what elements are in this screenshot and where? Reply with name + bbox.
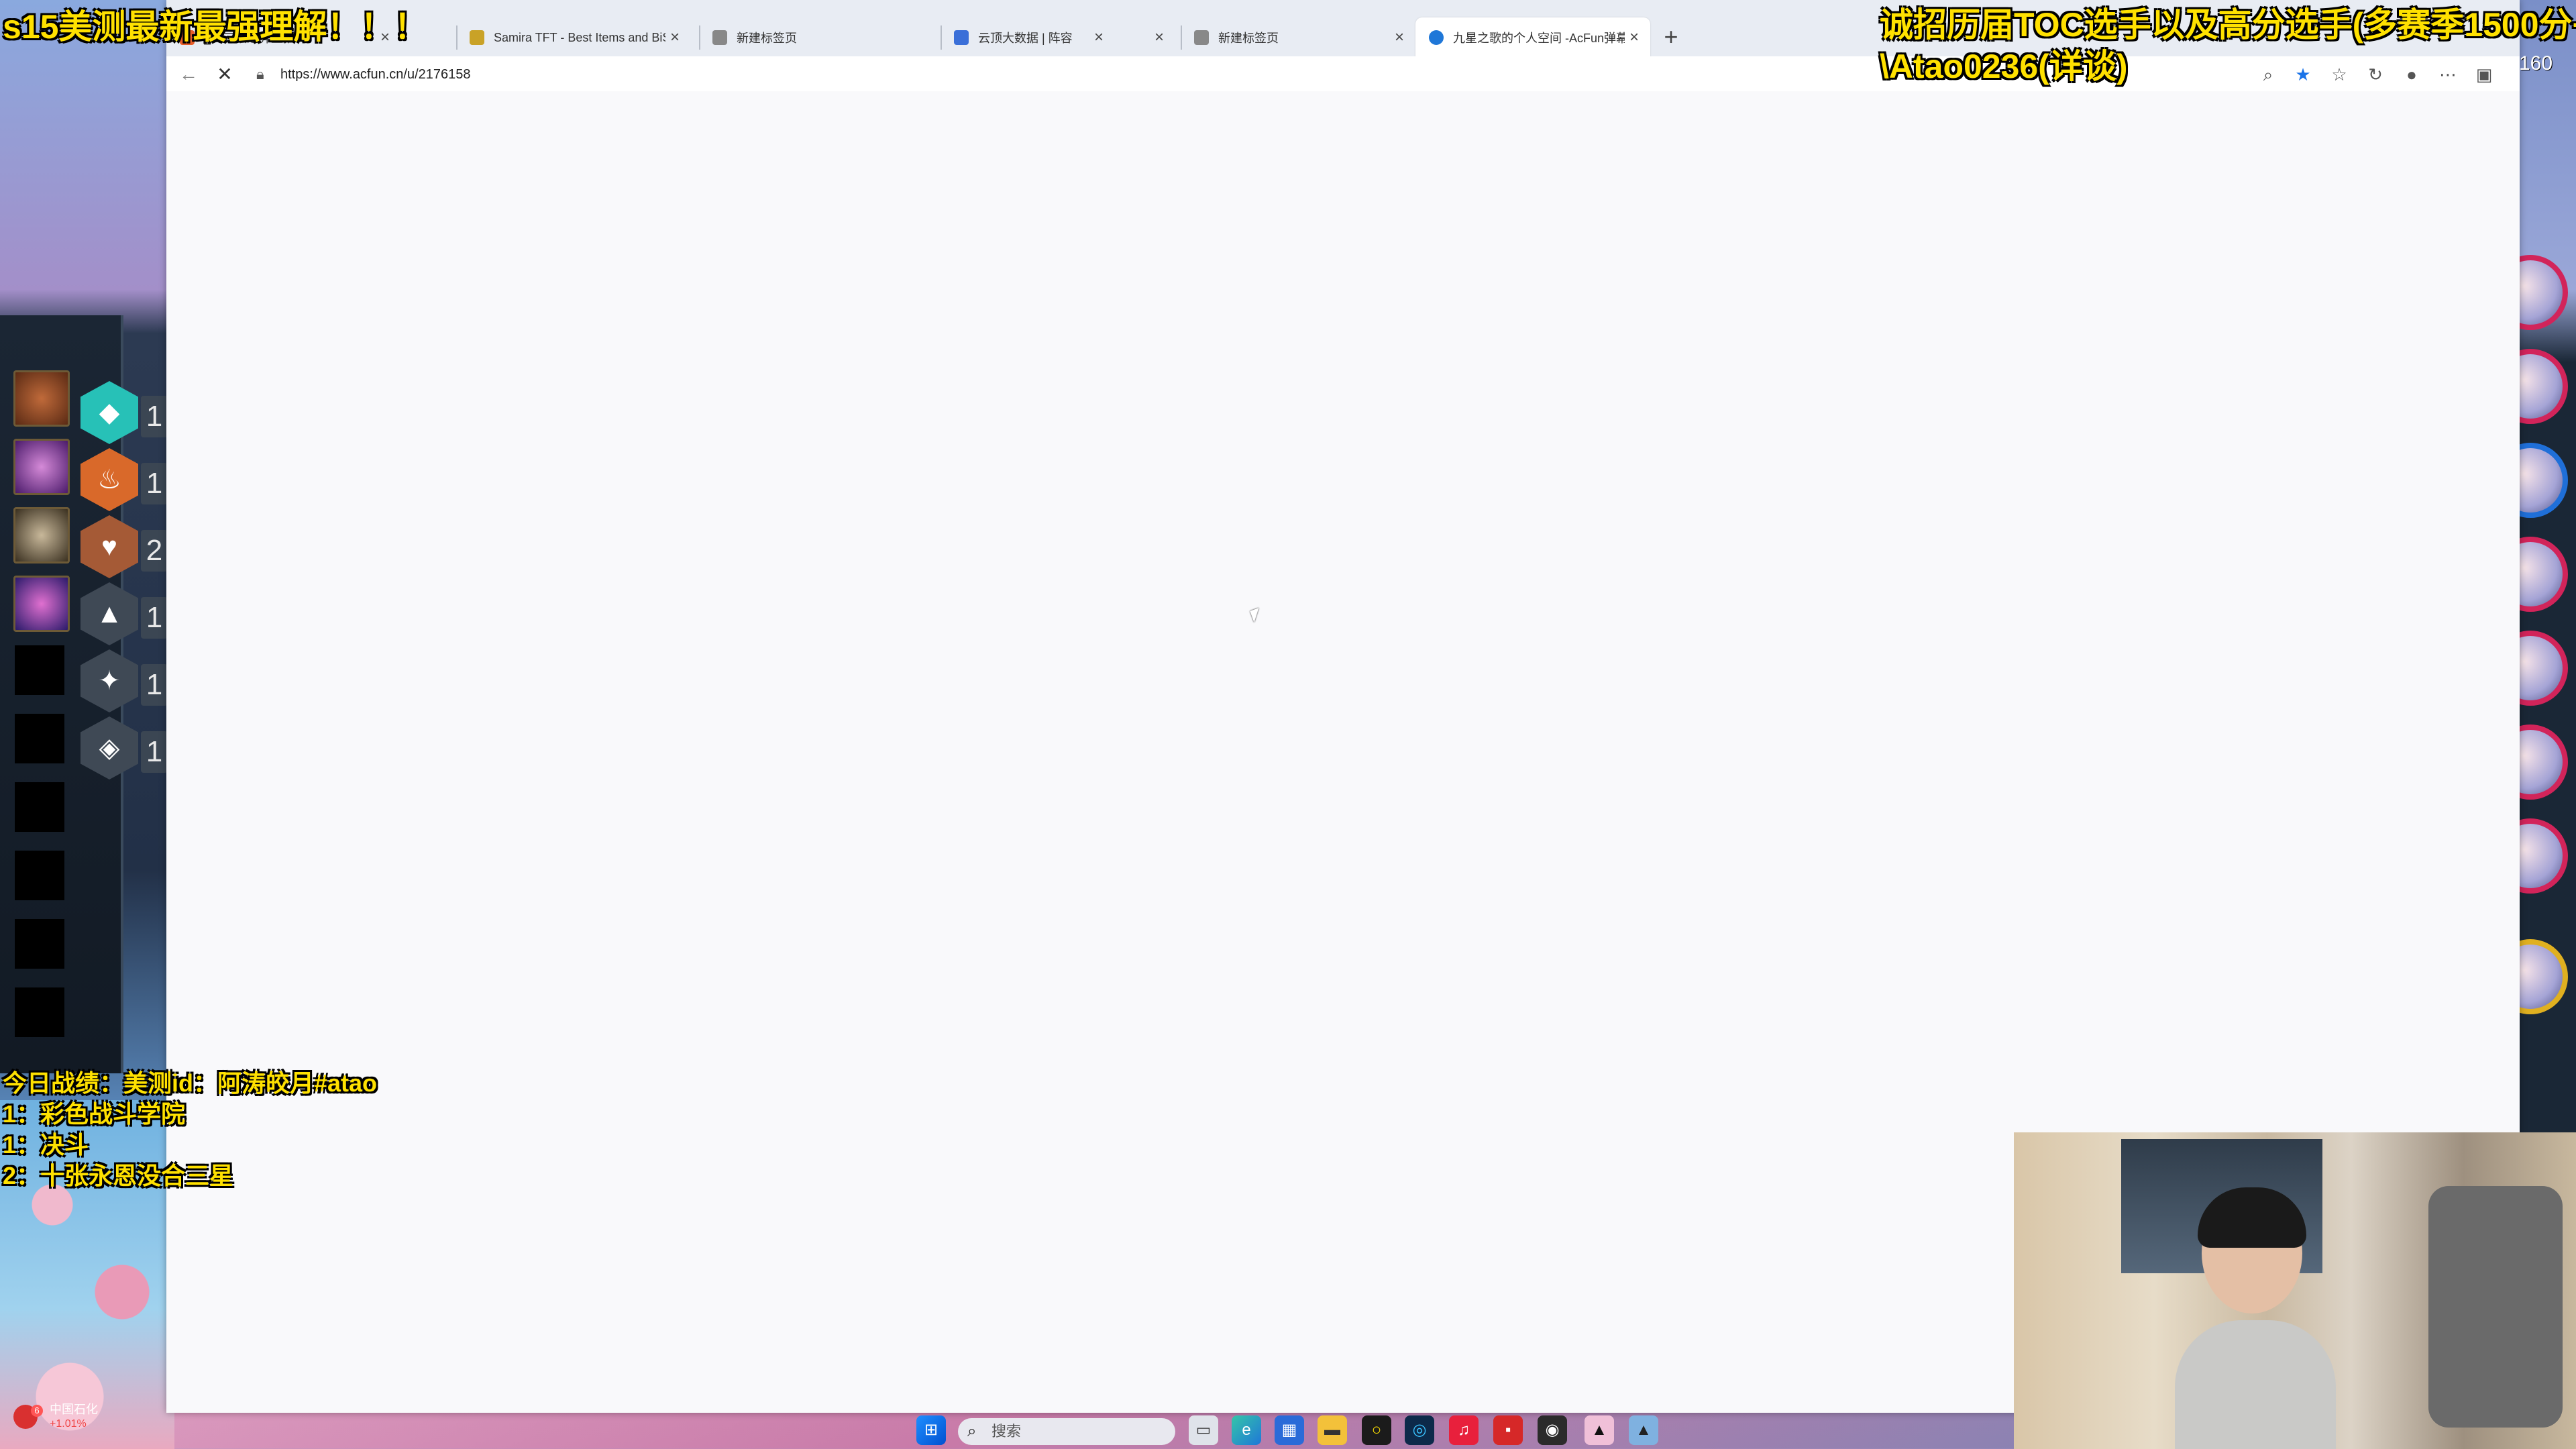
close-icon[interactable]: × — [665, 28, 684, 47]
loading-spinner-icon — [1429, 30, 1444, 45]
stop-loading-icon[interactable]: ✕ — [209, 59, 240, 90]
taskbar-search[interactable]: ⌕ 搜索 — [958, 1418, 1175, 1445]
augment-icon-3[interactable] — [13, 507, 70, 564]
back-icon[interactable]: ← — [173, 59, 204, 90]
trait-count-4: 1 — [141, 597, 168, 639]
augment-slot-empty — [15, 987, 64, 1037]
store-icon[interactable]: ▦ — [1275, 1415, 1304, 1445]
recruit-line-1: 诚招历届TOC选手以及高分选手(多赛季1500分+) — [1880, 6, 2576, 44]
app-icon-circle[interactable]: ○ — [1362, 1415, 1391, 1445]
record-line-4: 2：十张永恩没合三星 — [3, 1162, 234, 1189]
record-line-2: 1：彩色战斗学院 — [3, 1100, 186, 1128]
webcam-feed — [2014, 1132, 2576, 1449]
webcam-streamer — [2175, 1187, 2336, 1449]
tab-active[interactable]: 九星之歌的个人空间 -AcFun弹幕视 × — [1415, 17, 1650, 58]
windows-start-icon[interactable]: ⊞ — [916, 1415, 946, 1445]
daily-record-overlay: 今日战绩：美测id：阿涛皎月#atao 1：彩色战斗学院 1：决斗 2：十张永恩… — [3, 1068, 377, 1191]
search-placeholder: 搜索 — [991, 1423, 1022, 1440]
augment-icon-1[interactable] — [13, 370, 70, 427]
lock-icon[interactable]: 🔒︎ — [256, 59, 264, 90]
tab-5[interactable]: 新建标签页 × — [1181, 17, 1415, 58]
file-explorer-icon[interactable]: ▬ — [1318, 1415, 1347, 1445]
recruit-line-2: \Atao0236(详谈) — [1880, 48, 2128, 85]
trait-count-1: 1 — [141, 396, 168, 437]
recruit-overlay: 诚招历届TOC选手以及高分选手(多赛季1500分+) \Atao0236(详谈) — [1880, 4, 2576, 87]
trait-count-2: 1 — [141, 463, 168, 504]
app-icon-red[interactable]: ▪ — [1493, 1415, 1523, 1445]
augment-slot-empty — [15, 782, 64, 832]
tab-favicon-icon — [470, 30, 484, 45]
obs-icon[interactable]: ◉ — [1538, 1415, 1567, 1445]
url-text: https://www.acfun.cn/u/2176158 — [280, 67, 471, 82]
task-view-icon[interactable]: ▭ — [1189, 1415, 1218, 1445]
augment-slot-empty — [15, 851, 64, 900]
edge-browser-icon[interactable]: e — [1232, 1415, 1261, 1445]
record-line-3: 1：决斗 — [3, 1131, 89, 1159]
tab-favicon-icon — [954, 30, 969, 45]
tab-2[interactable]: Samira TFT - Best Items and BiS It × — [456, 17, 691, 58]
tab-favicon-icon — [1194, 30, 1209, 45]
trait-count-3: 2 — [141, 530, 168, 572]
new-tab-button[interactable]: + — [1656, 21, 1686, 52]
close-icon[interactable]: × — [1150, 28, 1169, 47]
game-client-icon[interactable]: ▲ — [1585, 1415, 1614, 1445]
app-icon-shield[interactable]: ◎ — [1405, 1415, 1434, 1445]
tab-4[interactable]: 云顶大数据 | 阵容 × — [941, 17, 1175, 58]
address-bar[interactable]: 🔒︎ https://www.acfun.cn/u/2176158 — [247, 59, 2031, 90]
tab-favicon-icon — [712, 30, 727, 45]
close-icon[interactable]: × — [1625, 28, 1644, 47]
tab-title: Samira TFT - Best Items and BiS It — [494, 30, 665, 44]
augment-icon-2[interactable] — [13, 439, 70, 495]
close-icon[interactable]: × — [1390, 28, 1409, 47]
augment-slot-empty — [15, 714, 64, 763]
tab-title: 新建标签页 — [1218, 32, 1279, 45]
search-icon: ⌕ — [967, 1422, 977, 1440]
webcam-chair — [2428, 1186, 2563, 1428]
augment-slot-empty — [15, 645, 64, 695]
netease-music-icon[interactable]: ♫ — [1449, 1415, 1479, 1445]
stream-title-overlay: s15美测最新最强理解！！！ — [3, 8, 428, 46]
game-icon[interactable]: ▲ — [1629, 1415, 1658, 1445]
trait-count-5: 1 — [141, 664, 168, 706]
trait-count-6: 1 — [141, 731, 168, 773]
corner-number: 160 — [2519, 52, 2553, 74]
augment-icon-4[interactable] — [13, 576, 70, 632]
tab-title: 云顶大数据 | 阵容 — [978, 32, 1073, 45]
record-line-1: 今日战绩：美测id：阿涛皎月#atao — [3, 1069, 378, 1097]
tab-title: 九星之歌的个人空间 -AcFun弹幕视 — [1453, 32, 1625, 45]
augment-slot-empty — [15, 919, 64, 969]
